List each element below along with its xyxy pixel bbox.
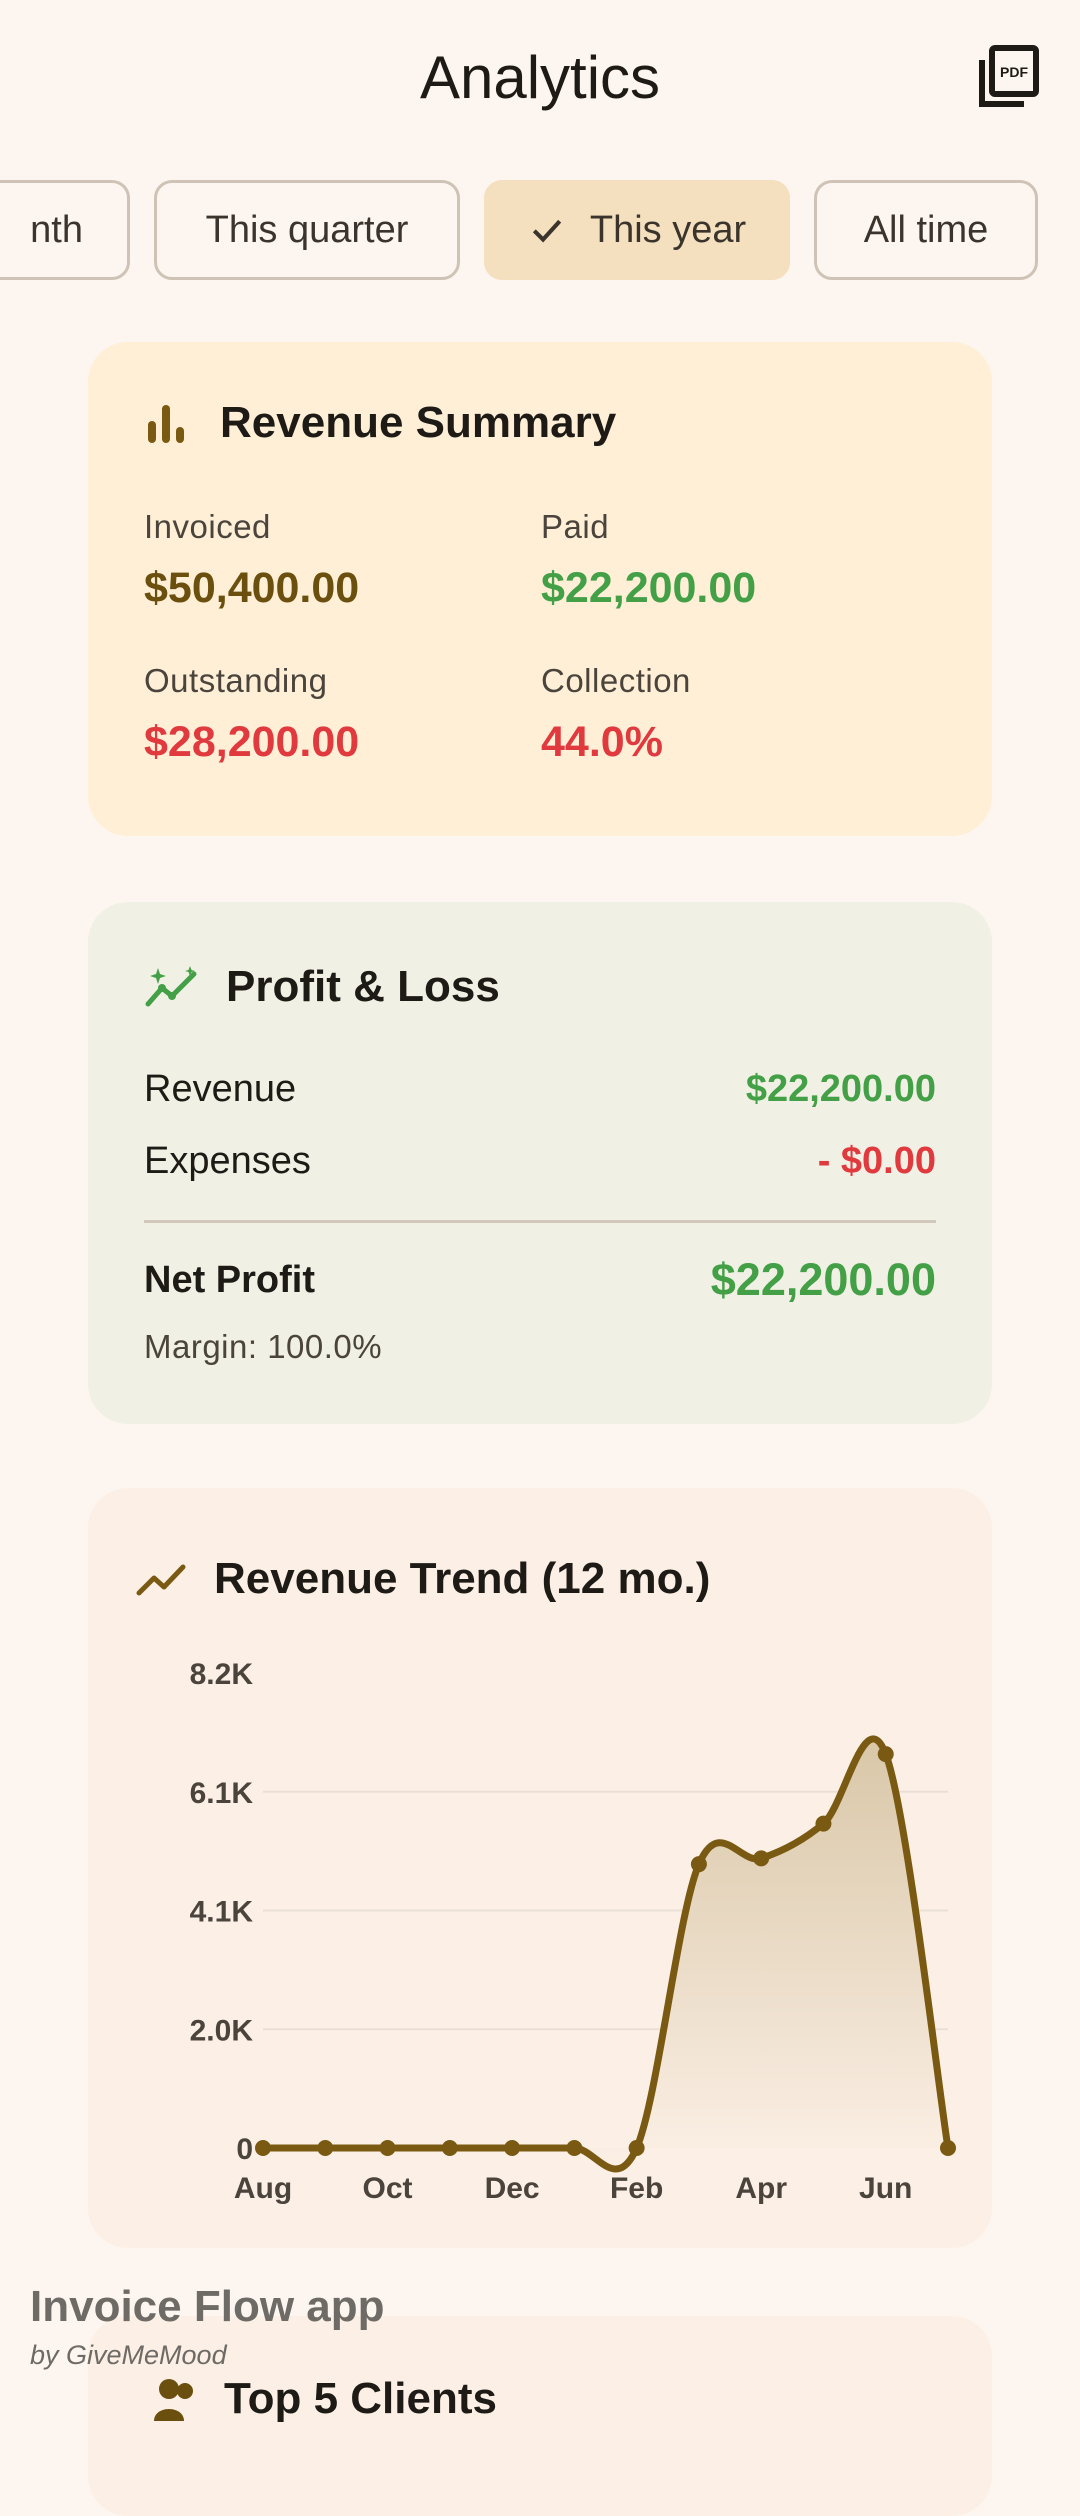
outstanding-label: Outstanding <box>144 662 328 699</box>
top-clients-header: Top 5 Clients <box>154 2374 497 2424</box>
x-tick-label: Feb <box>610 2172 663 2205</box>
data-point <box>877 1746 894 1763</box>
y-tick-label: 0 <box>236 2133 253 2166</box>
data-point <box>504 2140 521 2156</box>
profit-loss-card: Profit & Loss Revenue $22,200.00 Expense… <box>88 902 992 1424</box>
revenue-trend-chart: 0 2.0K 4.1K 6.1K 8.2K Aug Oct Dec Feb Apr Jun <box>190 1658 956 2205</box>
divider <box>144 1220 936 1223</box>
y-tick-label: 4.1K <box>190 1896 254 1929</box>
period-filter-chips: nth This quarter This year All time <box>0 176 1080 284</box>
page-title: Analytics <box>419 44 661 111</box>
people-icon <box>154 2379 193 2421</box>
y-tick-label: 2.0K <box>190 2014 254 2047</box>
svg-text:PDF: PDF <box>1000 64 1028 80</box>
pl-revenue-label: Revenue <box>144 1068 297 1110</box>
chip-this-quarter[interactable]: This quarter <box>154 180 460 280</box>
data-point <box>317 2140 334 2156</box>
paid-label: Paid <box>541 508 610 545</box>
picture-as-pdf-icon: PDF <box>979 45 1039 107</box>
profit-loss-header: Profit & Loss <box>144 962 500 1012</box>
invoiced-label: Invoiced <box>144 508 271 545</box>
data-point <box>566 2140 583 2156</box>
trending-up-sparkle-icon <box>145 966 197 1007</box>
net-profit-value: $22,200.00 <box>710 1254 936 1305</box>
watermark-subtitle: by GiveMeMood <box>30 2340 227 2370</box>
data-point <box>940 2140 956 2156</box>
chip-all-time[interactable]: All time <box>814 180 1038 280</box>
chip-label: This year <box>589 208 747 251</box>
revenue-summary-header: Revenue Summary <box>144 398 616 448</box>
series-area <box>263 1738 948 2170</box>
chip-label: This quarter <box>205 208 409 251</box>
bar-chart-icon <box>148 405 184 443</box>
check-icon <box>532 219 562 243</box>
paid-value: $22,200.00 <box>541 564 757 612</box>
data-point <box>441 2140 458 2156</box>
invoiced-value: $50,400.00 <box>144 564 360 612</box>
pl-revenue-value: $22,200.00 <box>745 1068 936 1110</box>
data-point <box>690 1856 707 1873</box>
chip-this-month[interactable]: nth <box>0 180 130 280</box>
revenue-trend-card: Revenue Trend (12 mo.) 0 2.0K 4.1K 6.1K 8.2K… <box>88 1488 992 2248</box>
chip-label: nth <box>30 208 83 251</box>
x-tick-label: Aug <box>234 2172 292 2205</box>
chip-this-year[interactable]: This year <box>484 180 790 280</box>
data-point <box>255 2140 271 2156</box>
x-tick-label: Apr <box>735 2172 787 2205</box>
data-point <box>815 1815 832 1832</box>
top-clients-title: Top 5 Clients <box>224 2374 497 2423</box>
revenue-summary-title: Revenue Summary <box>220 398 617 447</box>
net-profit-label: Net Profit <box>144 1258 315 1301</box>
pl-expenses-value: - $0.00 <box>817 1140 936 1182</box>
collection-label: Collection <box>541 662 691 699</box>
pl-expenses-label: Expenses <box>144 1140 311 1182</box>
watermark-title: Invoice Flow app <box>30 2282 385 2331</box>
x-tick-label: Oct <box>363 2172 413 2205</box>
data-point <box>379 2140 396 2156</box>
data-point <box>628 2140 645 2156</box>
x-tick-label: Dec <box>485 2172 540 2205</box>
revenue-summary-card: Revenue Summary Invoiced $50,400.00 Paid… <box>88 342 992 836</box>
profit-loss-title: Profit & Loss <box>226 962 500 1011</box>
collection-value: 44.0% <box>541 718 663 766</box>
expenses-row: Expenses - $0.00 <box>144 1140 936 1183</box>
outstanding-value: $28,200.00 <box>144 718 360 766</box>
revenue-trend-title: Revenue Trend (12 mo.) <box>214 1554 711 1603</box>
trending-up-icon <box>136 1564 186 1596</box>
export-pdf-button[interactable]: PDF <box>978 44 1040 110</box>
y-tick-label: 6.1K <box>190 1777 254 1810</box>
net-profit-row: Net Profit $22,200.00 <box>144 1254 936 1306</box>
margin-text: Margin: 100.0% <box>144 1328 383 1365</box>
revenue-row: Revenue $22,200.00 <box>144 1068 936 1111</box>
data-point <box>753 1850 770 1867</box>
y-tick-label: 8.2K <box>190 1658 254 1691</box>
chip-label: All time <box>863 208 989 251</box>
revenue-trend-header: Revenue Trend (12 mo.) <box>136 1554 710 1604</box>
x-tick-label: Jun <box>859 2172 912 2205</box>
